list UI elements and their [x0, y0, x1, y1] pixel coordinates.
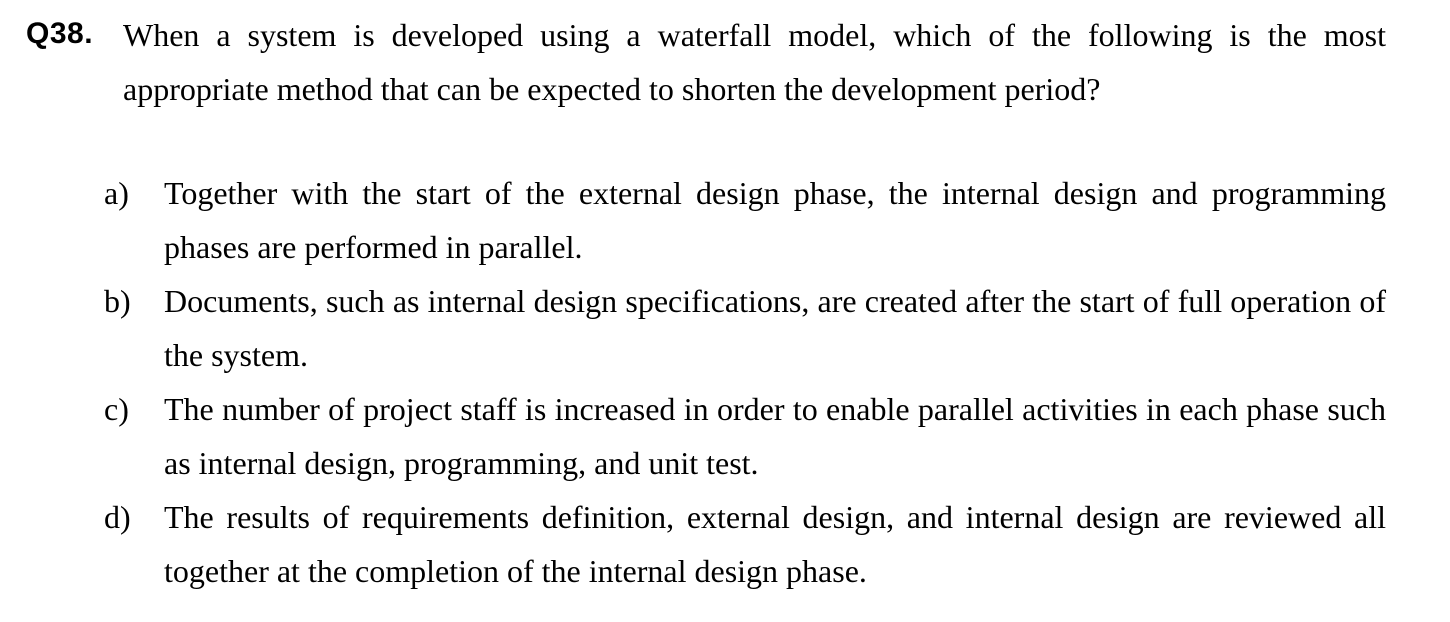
- option-d[interactable]: d) The results of requirements definitio…: [104, 490, 1386, 598]
- question-text: When a system is developed using a water…: [123, 17, 1386, 107]
- option-b-text: Documents, such as internal design speci…: [164, 283, 1386, 373]
- option-a-text: Together with the start of the external …: [164, 175, 1386, 265]
- option-c[interactable]: c) The number of project staff is increa…: [104, 382, 1386, 490]
- option-d-text: The results of requirements definition, …: [164, 499, 1386, 589]
- option-b-letter: b): [104, 283, 131, 319]
- option-a-letter: a): [104, 175, 129, 211]
- answer-options: a) Together with the start of the extern…: [104, 166, 1386, 598]
- option-c-text: The number of project staff is increased…: [164, 391, 1386, 481]
- option-b[interactable]: b) Documents, such as internal design sp…: [104, 274, 1386, 382]
- question-number: Q38.: [26, 17, 94, 50]
- question-block: Q38. When a system is developed using a …: [26, 8, 1386, 116]
- option-c-letter: c): [104, 391, 129, 427]
- option-d-letter: d): [104, 499, 131, 535]
- option-a[interactable]: a) Together with the start of the extern…: [104, 166, 1386, 274]
- question-row: Q38. When a system is developed using a …: [26, 8, 1386, 116]
